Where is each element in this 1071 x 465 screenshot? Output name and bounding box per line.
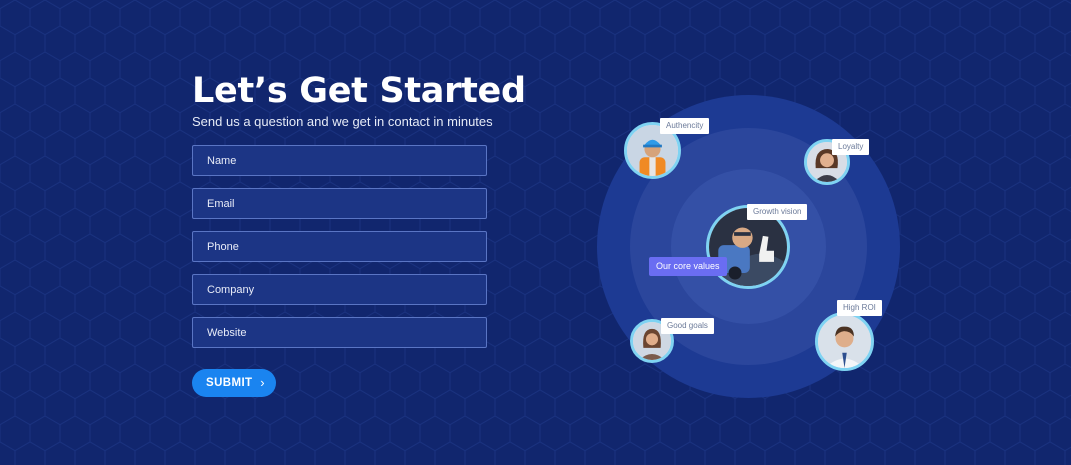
email-input[interactable] bbox=[192, 188, 487, 219]
submit-button-label: SUBMIT bbox=[206, 377, 253, 389]
name-input[interactable] bbox=[192, 145, 487, 176]
company-input[interactable] bbox=[192, 274, 487, 305]
website-input[interactable] bbox=[192, 317, 487, 348]
tag-high-roi: High ROI bbox=[837, 300, 882, 316]
submit-button[interactable]: SUBMIT › bbox=[192, 369, 276, 397]
tag-loyalty: Loyalty bbox=[832, 139, 870, 155]
page-title: Let’s Get Started bbox=[192, 71, 526, 111]
avatar-businessman bbox=[815, 312, 874, 371]
tag-authencity: Authencity bbox=[660, 118, 710, 134]
page-subtitle: Send us a question and we get in contact… bbox=[192, 114, 493, 129]
chevron-right-icon: › bbox=[260, 375, 265, 390]
tag-growth-vision: Growth vision bbox=[747, 204, 808, 220]
phone-input[interactable] bbox=[192, 231, 487, 262]
core-values-graphic: Authencity Loyalty Growth vision Our cor… bbox=[597, 95, 900, 398]
hexagon-pattern-background bbox=[0, 0, 1071, 465]
tag-our-core-values: Our core values bbox=[649, 257, 727, 276]
tag-good-goals: Good goals bbox=[661, 318, 714, 334]
